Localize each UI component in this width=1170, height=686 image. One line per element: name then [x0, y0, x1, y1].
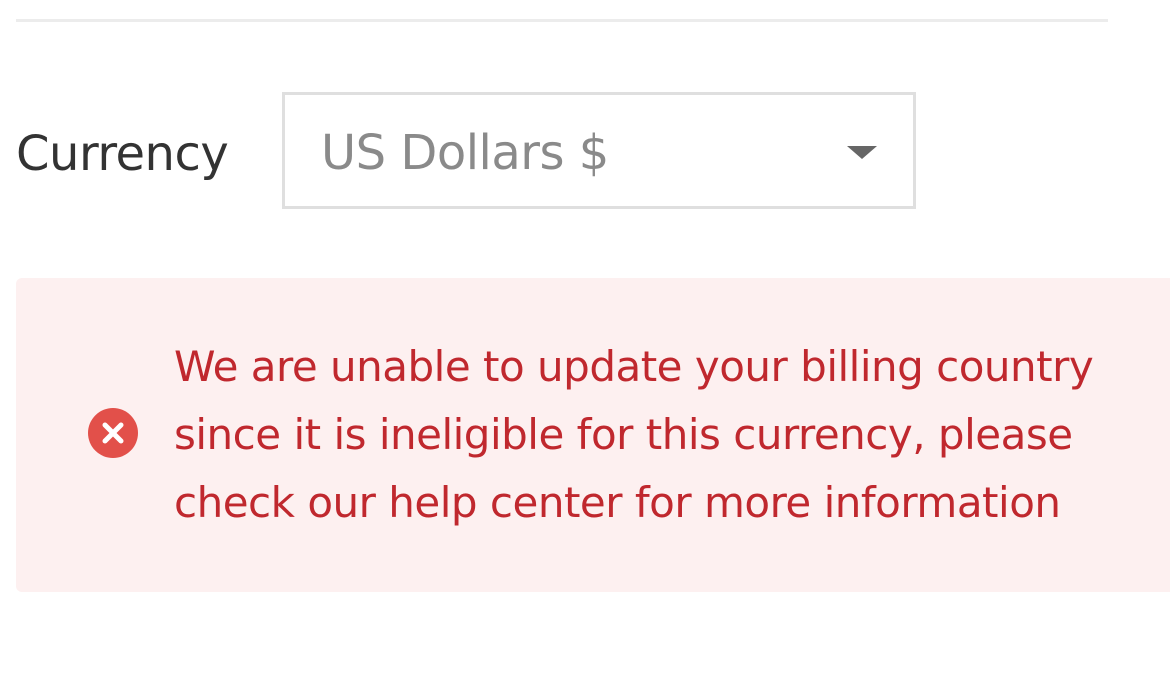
section-divider — [16, 19, 1108, 22]
error-message: We are unable to update your billing cou… — [174, 342, 1094, 527]
currency-label: Currency — [16, 126, 229, 182]
chevron-down-icon — [847, 146, 877, 159]
error-alert: We are unable to update your billing cou… — [16, 278, 1170, 592]
currency-select[interactable]: US Dollars $ — [282, 92, 916, 209]
currency-selected-value: US Dollars $ — [321, 125, 609, 181]
error-icon — [88, 408, 138, 458]
